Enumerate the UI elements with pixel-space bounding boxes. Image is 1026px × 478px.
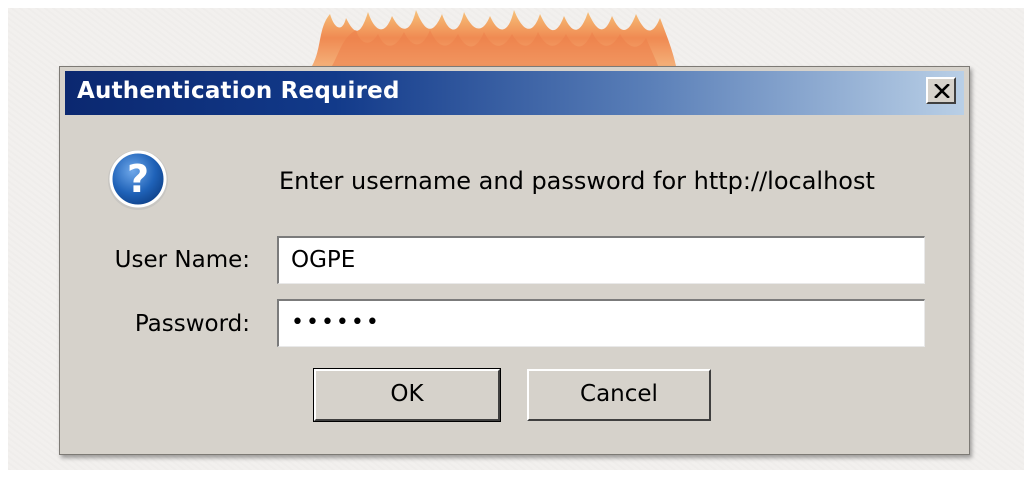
auth-dialog: Authentication Required ? Enter username… (59, 66, 970, 455)
screen: Authentication Required ? Enter username… (0, 0, 1026, 478)
password-field[interactable]: •••••• (277, 299, 925, 347)
password-label: Password: (134, 311, 250, 337)
cancel-button[interactable]: Cancel (527, 369, 711, 421)
flame-graphic (312, 8, 676, 66)
username-label: User Name: (114, 247, 250, 273)
svg-text:?: ? (127, 157, 149, 201)
ok-button[interactable]: OK (313, 368, 501, 422)
password-value: •••••• (291, 310, 381, 335)
username-field[interactable]: OGPE (277, 236, 925, 284)
dialog-message: Enter username and password for http://l… (279, 167, 875, 195)
close-icon (934, 84, 950, 98)
title-bar[interactable]: Authentication Required (65, 71, 964, 115)
question-icon: ? (105, 146, 171, 212)
close-button[interactable] (926, 77, 956, 104)
dialog-title: Authentication Required (77, 78, 400, 104)
username-value: OGPE (291, 247, 356, 273)
